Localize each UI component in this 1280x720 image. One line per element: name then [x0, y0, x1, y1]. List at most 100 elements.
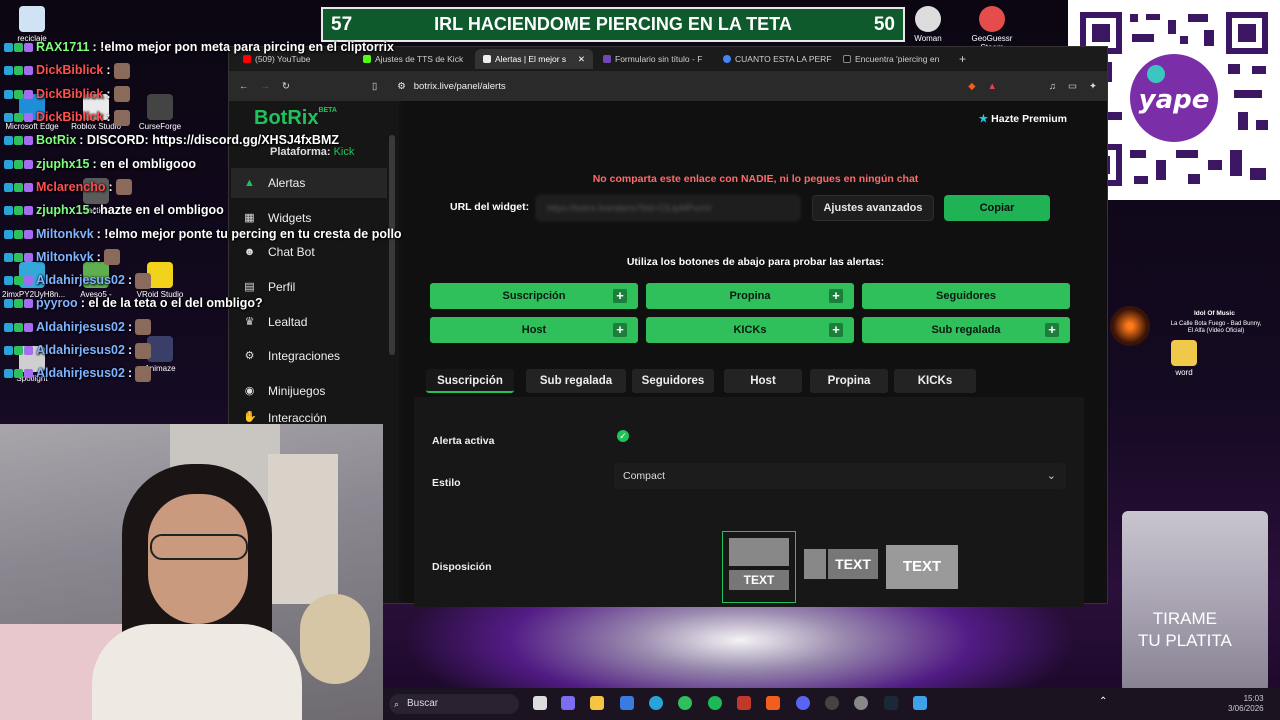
chat-message: DickBiblick:	[0, 106, 400, 129]
user-badges	[4, 299, 33, 309]
plus-icon[interactable]: +	[613, 323, 627, 337]
badge-icon	[14, 182, 23, 192]
user-badges	[4, 322, 33, 332]
store-icon[interactable]	[620, 696, 634, 710]
whatsapp-icon[interactable]	[678, 696, 692, 710]
edge-icon[interactable]	[649, 696, 663, 710]
steam-icon[interactable]	[884, 696, 898, 710]
badge-icon	[24, 276, 33, 286]
tab-encuentra[interactable]: Encuentra 'piercing en	[835, 49, 953, 69]
discord-icon[interactable]	[796, 696, 810, 710]
chat-username: DickBiblick	[36, 63, 104, 78]
badge-icon	[14, 43, 23, 53]
badge-icon	[4, 229, 13, 239]
test-propina-button[interactable]: Propina +	[646, 283, 854, 309]
desktop-icon-woman[interactable]: Woman	[898, 6, 958, 43]
now-playing-song: La Calle Bota Fuego - Bad Bunny, El Alfa…	[1170, 321, 1262, 334]
layout-option-horizontal[interactable]: TEXT	[804, 549, 878, 579]
interaction-icon: ✋	[243, 411, 257, 423]
chat-message: Aldahirjesus02:	[0, 316, 400, 339]
chat-username: Mclarencho	[36, 179, 106, 194]
alert-active-checkbox[interactable]: ✓	[617, 430, 629, 442]
tab-suscripcion[interactable]: Suscripción	[426, 369, 514, 393]
spotify-icon[interactable]	[708, 696, 722, 710]
test-suscripcion-button[interactable]: Suscripción +	[430, 283, 638, 309]
tip-text: TIRAME TU PLATITA	[1138, 609, 1232, 650]
badge-icon	[4, 182, 13, 192]
music-icon[interactable]: ♫	[1049, 81, 1056, 92]
test-seguidores-button[interactable]: Seguidores	[862, 283, 1070, 309]
badge-icon	[4, 43, 13, 53]
layout-option-vertical[interactable]: TEXT	[722, 531, 796, 603]
chat-message: pyyroo: el de la teta o el del ombligo?	[0, 292, 400, 315]
advanced-settings-button[interactable]: Ajustes avanzados	[812, 195, 934, 221]
chat-username: RAX1711	[36, 40, 90, 55]
streamer-glasses	[150, 534, 248, 560]
app-icon[interactable]	[737, 696, 751, 710]
brave-shield-icon[interactable]: ◆	[968, 81, 975, 92]
new-tab-icon[interactable]: +	[959, 52, 966, 66]
copilot-icon[interactable]	[561, 696, 575, 710]
tab-cuanto[interactable]: CUANTO ESTA LA PERF	[715, 49, 833, 69]
tray-chevron-icon[interactable]: ⌃	[1099, 696, 1107, 707]
chat-message: Miltonkvk:	[0, 246, 400, 269]
taskbar: ⌕ Buscar ⌃ 15:03 3/06/2026	[383, 688, 1280, 720]
test-kicks-button[interactable]: KICKs +	[646, 317, 854, 343]
copy-button[interactable]: Copiar	[944, 195, 1050, 221]
emote-icon	[113, 86, 130, 103]
chat-text: :	[96, 249, 101, 264]
album-art	[1110, 306, 1150, 346]
chat-text: :	[127, 343, 133, 357]
tab-formulario[interactable]: Formulario sin título - F	[595, 49, 713, 69]
badge-icon	[4, 89, 13, 99]
badge-icon	[14, 113, 23, 123]
close-tab-icon[interactable]: ✕	[578, 54, 585, 65]
layout-label: Disposición	[432, 561, 492, 573]
notepad-icon[interactable]	[913, 696, 927, 710]
file-explorer-icon[interactable]	[590, 696, 604, 710]
chat-username: zjuphx15	[36, 156, 90, 171]
emote-icon	[113, 109, 130, 126]
plus-icon[interactable]: +	[613, 289, 627, 303]
taskbar-search[interactable]: ⌕ Buscar	[389, 694, 519, 714]
chat-message: Miltonkvk: !elmo mejor ponte tu percing …	[0, 222, 402, 245]
tab-kicks[interactable]: KICKs	[894, 369, 976, 393]
chat-text: : DISCORD: https://discord.gg/XHSJ4fxBMZ	[79, 133, 340, 148]
badge-icon	[24, 299, 33, 309]
tab-seguidores[interactable]: Seguidores	[632, 369, 714, 393]
tab-sub-regalada[interactable]: Sub regalada	[526, 369, 626, 393]
layout-option-overlay[interactable]: TEXT	[886, 545, 958, 589]
widget-url-field[interactable]: https://botrix.live/alerts?bid=ClLtpMPum…	[536, 195, 800, 221]
user-badges	[4, 136, 33, 146]
rewards-icon[interactable]: ▲	[988, 81, 997, 92]
test-host-button[interactable]: Host +	[430, 317, 638, 343]
extensions-icon[interactable]: ✦	[1089, 81, 1097, 92]
url-field[interactable]: ⚙ botrix.live/panel/alerts	[389, 75, 956, 97]
tab-alertas[interactable]: Alertas | El mejor s ✕	[475, 49, 593, 69]
chat-message: Aldahirjesus02:	[0, 269, 400, 292]
premium-link[interactable]: ★ Hazte Premium	[979, 113, 1067, 125]
badge-icon	[4, 322, 13, 332]
badge-icon	[24, 182, 33, 192]
sidebar-toggle-icon[interactable]: ▭	[1068, 81, 1077, 92]
plus-icon[interactable]: +	[829, 289, 843, 303]
obs-icon[interactable]	[825, 696, 839, 710]
brave-icon[interactable]	[766, 696, 780, 710]
settings-icon[interactable]	[854, 696, 868, 710]
task-view-icon[interactable]	[533, 696, 547, 710]
chat-message: Aldahirjesus02:	[0, 362, 400, 385]
tab-host[interactable]: Host	[724, 369, 802, 393]
tab-propina[interactable]: Propina	[810, 369, 888, 393]
style-select[interactable]: Compact ⌄	[614, 463, 1066, 489]
goal-current: 57	[331, 13, 353, 35]
chevron-down-icon: ⌄	[1046, 470, 1056, 482]
plus-icon[interactable]: +	[1045, 323, 1059, 337]
chat-text: : en el ombligooo	[92, 156, 196, 171]
badge-icon	[14, 346, 23, 355]
test-sub-regalada-button[interactable]: Sub regalada +	[862, 317, 1070, 343]
plus-icon[interactable]: +	[829, 323, 843, 337]
user-badges	[4, 346, 33, 355]
badge-icon	[24, 252, 33, 262]
user-badges	[4, 66, 33, 76]
layout-text-sample: TEXT	[828, 549, 878, 579]
